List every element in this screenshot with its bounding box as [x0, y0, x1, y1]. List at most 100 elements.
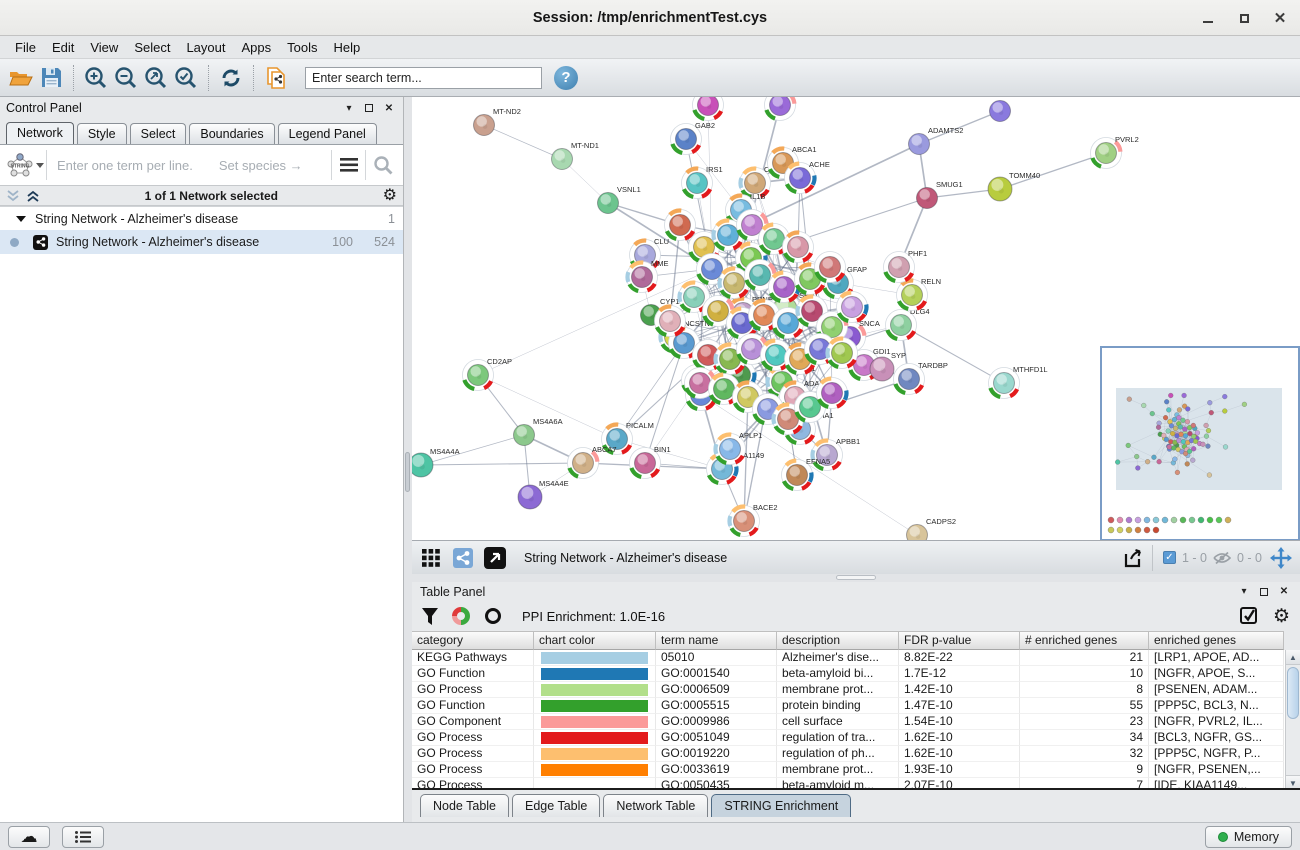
network-row-selected[interactable]: String Network - Alzheimer's disease 100…: [0, 230, 403, 254]
node-MS4A4E[interactable]: MS4A4E: [518, 479, 569, 509]
export-network-button[interactable]: [1120, 545, 1146, 571]
tab-string-enrichment[interactable]: STRING Enrichment: [711, 794, 851, 817]
menu-file[interactable]: File: [8, 38, 43, 57]
table-row[interactable]: GO ProcessGO:0019220regulation of ph...1…: [412, 746, 1300, 762]
horizontal-splitter[interactable]: [412, 574, 1300, 582]
column-header-chart-color[interactable]: chart color: [534, 631, 656, 650]
tab-network-table[interactable]: Network Table: [603, 794, 708, 817]
chart-donut-icon[interactable]: [452, 607, 470, 625]
table-row[interactable]: GO ProcessGO:0006509membrane prot...1.42…: [412, 682, 1300, 698]
table-row[interactable]: GO ComponentGO:0009986cell surface1.54E-…: [412, 714, 1300, 730]
menu-apps[interactable]: Apps: [235, 38, 279, 57]
ring-chart-icon[interactable]: [484, 607, 502, 625]
close-panel-icon[interactable]: ✕: [1276, 585, 1292, 599]
memory-button[interactable]: Memory: [1205, 826, 1292, 848]
node-TOMM40[interactable]: TOMM40: [988, 171, 1040, 201]
close-panel-icon[interactable]: ✕: [381, 101, 397, 115]
menu-layout[interactable]: Layout: [179, 38, 232, 57]
node-CADPS2[interactable]: CADPS2: [907, 517, 957, 541]
node-ACHE[interactable]: ACHE: [785, 160, 830, 194]
node[interactable]: [990, 101, 1011, 122]
string-search-button[interactable]: [365, 150, 399, 180]
task-history-button[interactable]: [62, 826, 104, 848]
string-protein-query-selector[interactable]: STRING: [4, 152, 46, 178]
node[interactable]: [655, 306, 686, 337]
string-options-button[interactable]: [331, 150, 365, 180]
table-row[interactable]: GO ProcessGO:0050435beta-amyloid m...2.0…: [412, 778, 1300, 790]
zoom-fit-button[interactable]: [141, 63, 171, 93]
node-IRS1[interactable]: IRS1: [682, 165, 723, 199]
string-query-input[interactable]: Enter one term per line. Set species →: [46, 150, 331, 180]
menu-help[interactable]: Help: [327, 38, 368, 57]
welcome-screen-button[interactable]: ☁: [8, 826, 50, 848]
node-MS4A4A[interactable]: MS4A4A: [412, 447, 460, 477]
node[interactable]: [837, 292, 868, 323]
column-header-enriched-genes[interactable]: enriched genes: [1149, 631, 1284, 650]
menu-select[interactable]: Select: [127, 38, 177, 57]
refresh-button[interactable]: [216, 63, 246, 93]
save-session-button[interactable]: [36, 63, 66, 93]
tab-legend-panel[interactable]: Legend Panel: [278, 123, 377, 144]
float-panel-icon[interactable]: [1256, 585, 1272, 599]
close-button[interactable]: ✕: [1266, 5, 1294, 31]
node[interactable]: [765, 97, 796, 121]
tab-select[interactable]: Select: [130, 123, 187, 144]
gear-icon[interactable]: ⚙: [383, 188, 397, 204]
collapse-all-icon[interactable]: [6, 190, 20, 202]
tab-node-table[interactable]: Node Table: [420, 794, 509, 817]
node-MT-ND1[interactable]: MT-ND1: [552, 141, 599, 170]
node[interactable]: [693, 97, 724, 121]
filter-icon[interactable]: [422, 608, 438, 625]
column-header-FDR-p-value[interactable]: FDR p-value: [899, 631, 1020, 650]
navigate-button[interactable]: [1268, 545, 1294, 571]
settings-gear-icon[interactable]: ⚙: [1273, 607, 1290, 626]
table-row[interactable]: GO FunctionGO:0001540beta-amyloid bi...1…: [412, 666, 1300, 682]
table-row[interactable]: GO FunctionGO:0005515protein binding1.47…: [412, 698, 1300, 714]
minimize-button[interactable]: [1194, 5, 1222, 31]
vertical-splitter[interactable]: [404, 97, 412, 822]
expand-all-icon[interactable]: [26, 190, 40, 202]
node-BACE2[interactable]: BACE2: [729, 503, 778, 537]
splitter-handle[interactable]: [836, 575, 876, 580]
scroll-down-icon[interactable]: ▼: [1286, 775, 1300, 790]
select-all-checkbox-icon[interactable]: [1240, 607, 1259, 626]
table-row[interactable]: GO ProcessGO:0033619membrane prot...1.93…: [412, 762, 1300, 778]
node[interactable]: [815, 252, 846, 283]
tab-network[interactable]: Network: [6, 122, 74, 144]
table-row[interactable]: KEGG Pathways05010Alzheimer's dise...8.8…: [412, 650, 1300, 666]
menu-edit[interactable]: Edit: [45, 38, 81, 57]
node[interactable]: [817, 378, 848, 409]
node-ADAMTS2[interactable]: ADAMTS2: [909, 126, 964, 155]
node-ABCA7[interactable]: ABCA7: [568, 445, 617, 479]
zoom-selected-button[interactable]: [171, 63, 201, 93]
tree-expand-icon[interactable]: [16, 216, 26, 222]
node[interactable]: [827, 338, 858, 369]
clone-network-button[interactable]: [261, 63, 291, 93]
table-scrollbar[interactable]: ▲ ▼: [1285, 650, 1300, 790]
search-input[interactable]: [305, 67, 542, 89]
node-CD2AP[interactable]: CD2AP: [463, 357, 513, 391]
zoom-in-button[interactable]: [81, 63, 111, 93]
panel-menu-icon[interactable]: ▾: [341, 101, 357, 115]
node-EFNA5[interactable]: EFNA5: [782, 457, 831, 491]
node-PVRL2[interactable]: PVRL2: [1091, 135, 1139, 169]
node-TARDBP[interactable]: TARDBP: [894, 361, 948, 395]
node-MT-ND2[interactable]: MT-ND2: [474, 107, 521, 136]
scrollbar-thumb[interactable]: [1287, 667, 1299, 719]
column-header-description[interactable]: description: [777, 631, 899, 650]
table-row[interactable]: GO ProcessGO:0051049regulation of tra...…: [412, 730, 1300, 746]
help-button[interactable]: ?: [554, 66, 578, 90]
menu-view[interactable]: View: [83, 38, 125, 57]
node[interactable]: [783, 232, 814, 263]
column-header-term-name[interactable]: term name: [656, 631, 777, 650]
node-DLG4[interactable]: DLG4: [886, 307, 930, 341]
string-view-button[interactable]: [450, 545, 476, 571]
maximize-button[interactable]: [1230, 5, 1258, 31]
node-MME[interactable]: MME: [627, 259, 669, 293]
tab-edge-table[interactable]: Edge Table: [512, 794, 600, 817]
node-BIN1[interactable]: BIN1: [630, 445, 671, 479]
node-GAB2[interactable]: GAB2: [671, 121, 716, 155]
birdseye-view[interactable]: [1100, 346, 1300, 541]
splitter-handle[interactable]: [405, 452, 410, 492]
network-canvas[interactable]: MT-ND2MT-ND1VSNL1GAB2IRS1CLUMMECYP19A1NC…: [412, 97, 1300, 541]
